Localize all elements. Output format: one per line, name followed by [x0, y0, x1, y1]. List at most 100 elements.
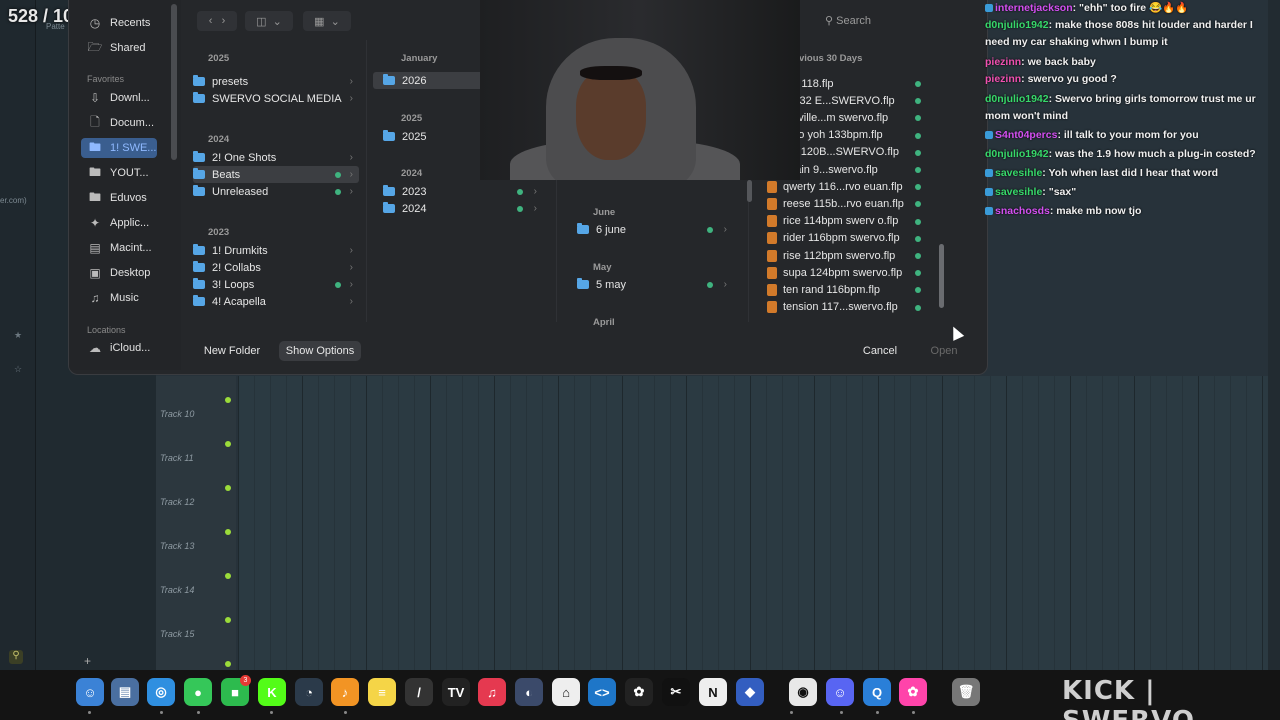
- chevron-right-icon[interactable]: ›: [222, 15, 226, 27]
- notion-icon[interactable]: N: [699, 678, 727, 706]
- folder-item[interactable]: 4! Acapella ›: [193, 293, 359, 310]
- folder-item[interactable]: presets ›: [193, 73, 359, 90]
- sidebar-item-applications[interactable]: ✦ Applic...: [87, 213, 149, 233]
- file-item[interactable]: rider 116bpm swervo.flp: [767, 230, 927, 247]
- track-mute-led[interactable]: [225, 529, 231, 535]
- roblox-icon[interactable]: ◆: [736, 678, 764, 706]
- sidebar-scrollbar[interactable]: [171, 4, 177, 160]
- sidebar-item-music[interactable]: ♫ Music: [87, 288, 139, 308]
- fl-studio-icon[interactable]: ♪: [331, 678, 359, 706]
- group-by-button[interactable]: ▦ ⌄: [303, 11, 351, 31]
- davinci-resolve-icon[interactable]: ◐: [515, 678, 543, 706]
- preview-icon[interactable]: ▤: [111, 678, 139, 706]
- file-item[interactable]: rise 112bpm swervo.flp: [767, 247, 927, 264]
- track-mute-led[interactable]: [225, 397, 231, 403]
- folder-item[interactable]: 2! Collabs ›: [193, 259, 359, 276]
- track-label[interactable]: Track 15: [160, 629, 194, 639]
- track-label[interactable]: Track 14: [160, 585, 194, 595]
- track-label[interactable]: Track 13: [160, 541, 194, 551]
- track-mute-led[interactable]: [225, 441, 231, 447]
- back-forward-buttons[interactable]: ‹ ›: [197, 11, 237, 31]
- kick-icon[interactable]: K: [258, 678, 286, 706]
- add-button[interactable]: +: [84, 654, 91, 668]
- folder-item-selected[interactable]: Beats ›: [193, 166, 359, 183]
- tradingview-icon[interactable]: TV: [442, 678, 470, 706]
- track-mute-led[interactable]: [225, 485, 231, 491]
- sidebar-item-icloud[interactable]: ☁ iCloud...: [87, 338, 150, 358]
- view-mode-button[interactable]: ◫ ⌄: [245, 11, 293, 31]
- file-item[interactable]: supa 124bpm swervo.flp: [767, 264, 927, 281]
- chatgpt-icon[interactable]: ✿: [625, 678, 653, 706]
- chrome-icon[interactable]: ◉: [789, 678, 817, 706]
- chat-username[interactable]: d0njulio1942: [985, 19, 1049, 31]
- sidebar-item-desktop[interactable]: ▣ Desktop: [87, 263, 150, 283]
- folder-item[interactable]: 1! Drumkits ›: [193, 242, 359, 259]
- file-list-scrollbar[interactable]: [939, 244, 944, 308]
- folder-item[interactable]: 5 may ›: [577, 276, 733, 293]
- messages-icon[interactable]: ●: [184, 678, 212, 706]
- track-mute-led[interactable]: [225, 661, 231, 667]
- group-header: 2025: [208, 53, 230, 64]
- chevron-left-icon[interactable]: ‹: [209, 15, 213, 27]
- file-item[interactable]: tension 117...swervo.flp: [767, 299, 927, 316]
- track-label[interactable]: Track 11: [160, 453, 194, 463]
- discord-icon[interactable]: ☺: [826, 678, 854, 706]
- zoom-icon[interactable]: ⚲: [9, 650, 23, 664]
- new-folder-button[interactable]: New Folder: [198, 341, 266, 361]
- chat-username[interactable]: snachosds: [995, 205, 1050, 217]
- folder-item[interactable]: SWERVO SOCIAL MEDIA ›: [193, 90, 359, 107]
- capcut-icon[interactable]: ✂: [662, 678, 690, 706]
- sidebar-item-documents[interactable]: 🗋 Docum...: [87, 113, 154, 133]
- chat-username[interactable]: d0njulio1942: [985, 93, 1049, 105]
- chat-username[interactable]: savesihle: [995, 167, 1042, 179]
- sidebar-item-recents[interactable]: ◷ Recents: [87, 13, 151, 33]
- photos-icon[interactable]: ✿: [899, 678, 927, 706]
- sidebar-item-youtube[interactable]: 🖿 YOUT...: [87, 163, 149, 183]
- track-mute-led[interactable]: [225, 573, 231, 579]
- chat-username[interactable]: savesihle: [995, 186, 1042, 198]
- column-scrollbar[interactable]: [747, 180, 752, 202]
- folder-item[interactable]: Unreleased ›: [193, 183, 359, 200]
- folder-item[interactable]: 2024 ›: [383, 200, 543, 217]
- sidebar-item-downloads[interactable]: ⇩ Downl...: [87, 88, 150, 108]
- folder-item[interactable]: 2023 ›: [383, 183, 543, 200]
- music-icon[interactable]: ♫: [478, 678, 506, 706]
- file-item[interactable]: rice 114bpm swerv o.flp: [767, 213, 927, 230]
- github-icon[interactable]: ⌂: [552, 678, 580, 706]
- folder-item[interactable]: 3! Loops ›: [193, 276, 359, 293]
- star-icon[interactable]: ★: [14, 330, 22, 341]
- track-label[interactable]: Track 10: [160, 409, 194, 419]
- notes-icon[interactable]: ≡: [368, 678, 396, 706]
- safari-icon[interactable]: ◎: [147, 678, 175, 706]
- sidebar-item-shared[interactable]: 🗁 Shared: [87, 38, 146, 58]
- trash-icon[interactable]: 🗑: [952, 678, 980, 706]
- file-item[interactable]: reese 115b...rvo euan.flp: [767, 195, 927, 212]
- folder-item[interactable]: 2! One Shots ›: [193, 149, 359, 166]
- open-button[interactable]: Open: [921, 341, 967, 361]
- sidebar-item-swervo[interactable]: 🖿 1! SWE...: [81, 138, 157, 158]
- vscode-icon[interactable]: <>: [588, 678, 616, 706]
- show-options-button[interactable]: Show Options: [279, 341, 361, 361]
- file-item[interactable]: ten rand 116bpm.flp: [767, 281, 927, 298]
- track-label[interactable]: Track 12: [160, 497, 194, 507]
- chat-username[interactable]: internetjackson: [995, 2, 1073, 14]
- daw-scrollbar[interactable]: [1268, 0, 1280, 670]
- chat-username[interactable]: S4nt04percs: [995, 129, 1057, 141]
- folder-item[interactable]: 6 june ›: [577, 221, 733, 238]
- finder-icon[interactable]: ☺: [76, 678, 104, 706]
- playlist-grid[interactable]: [238, 376, 1268, 670]
- activity-monitor-icon[interactable]: ◔: [295, 678, 323, 706]
- quicktime-icon[interactable]: Q: [863, 678, 891, 706]
- chat-username[interactable]: d0njulio1942: [985, 148, 1049, 160]
- sidebar-item-macintosh[interactable]: ▤ Macint...: [87, 238, 151, 258]
- track-mute-led[interactable]: [225, 617, 231, 623]
- file-item[interactable]: qwerty 116...rvo euan.flp: [767, 178, 927, 195]
- sidebar-item-eduvos[interactable]: 🖿 Eduvos: [87, 188, 147, 208]
- pen-icon[interactable]: /: [405, 678, 433, 706]
- search-field[interactable]: ⚲ Search: [825, 14, 871, 27]
- cancel-button[interactable]: Cancel: [857, 341, 903, 361]
- running-indicator: [912, 711, 915, 714]
- star-outline-icon[interactable]: ☆: [14, 364, 22, 375]
- chat-username[interactable]: piezinn: [985, 56, 1021, 68]
- chat-username[interactable]: piezinn: [985, 73, 1021, 85]
